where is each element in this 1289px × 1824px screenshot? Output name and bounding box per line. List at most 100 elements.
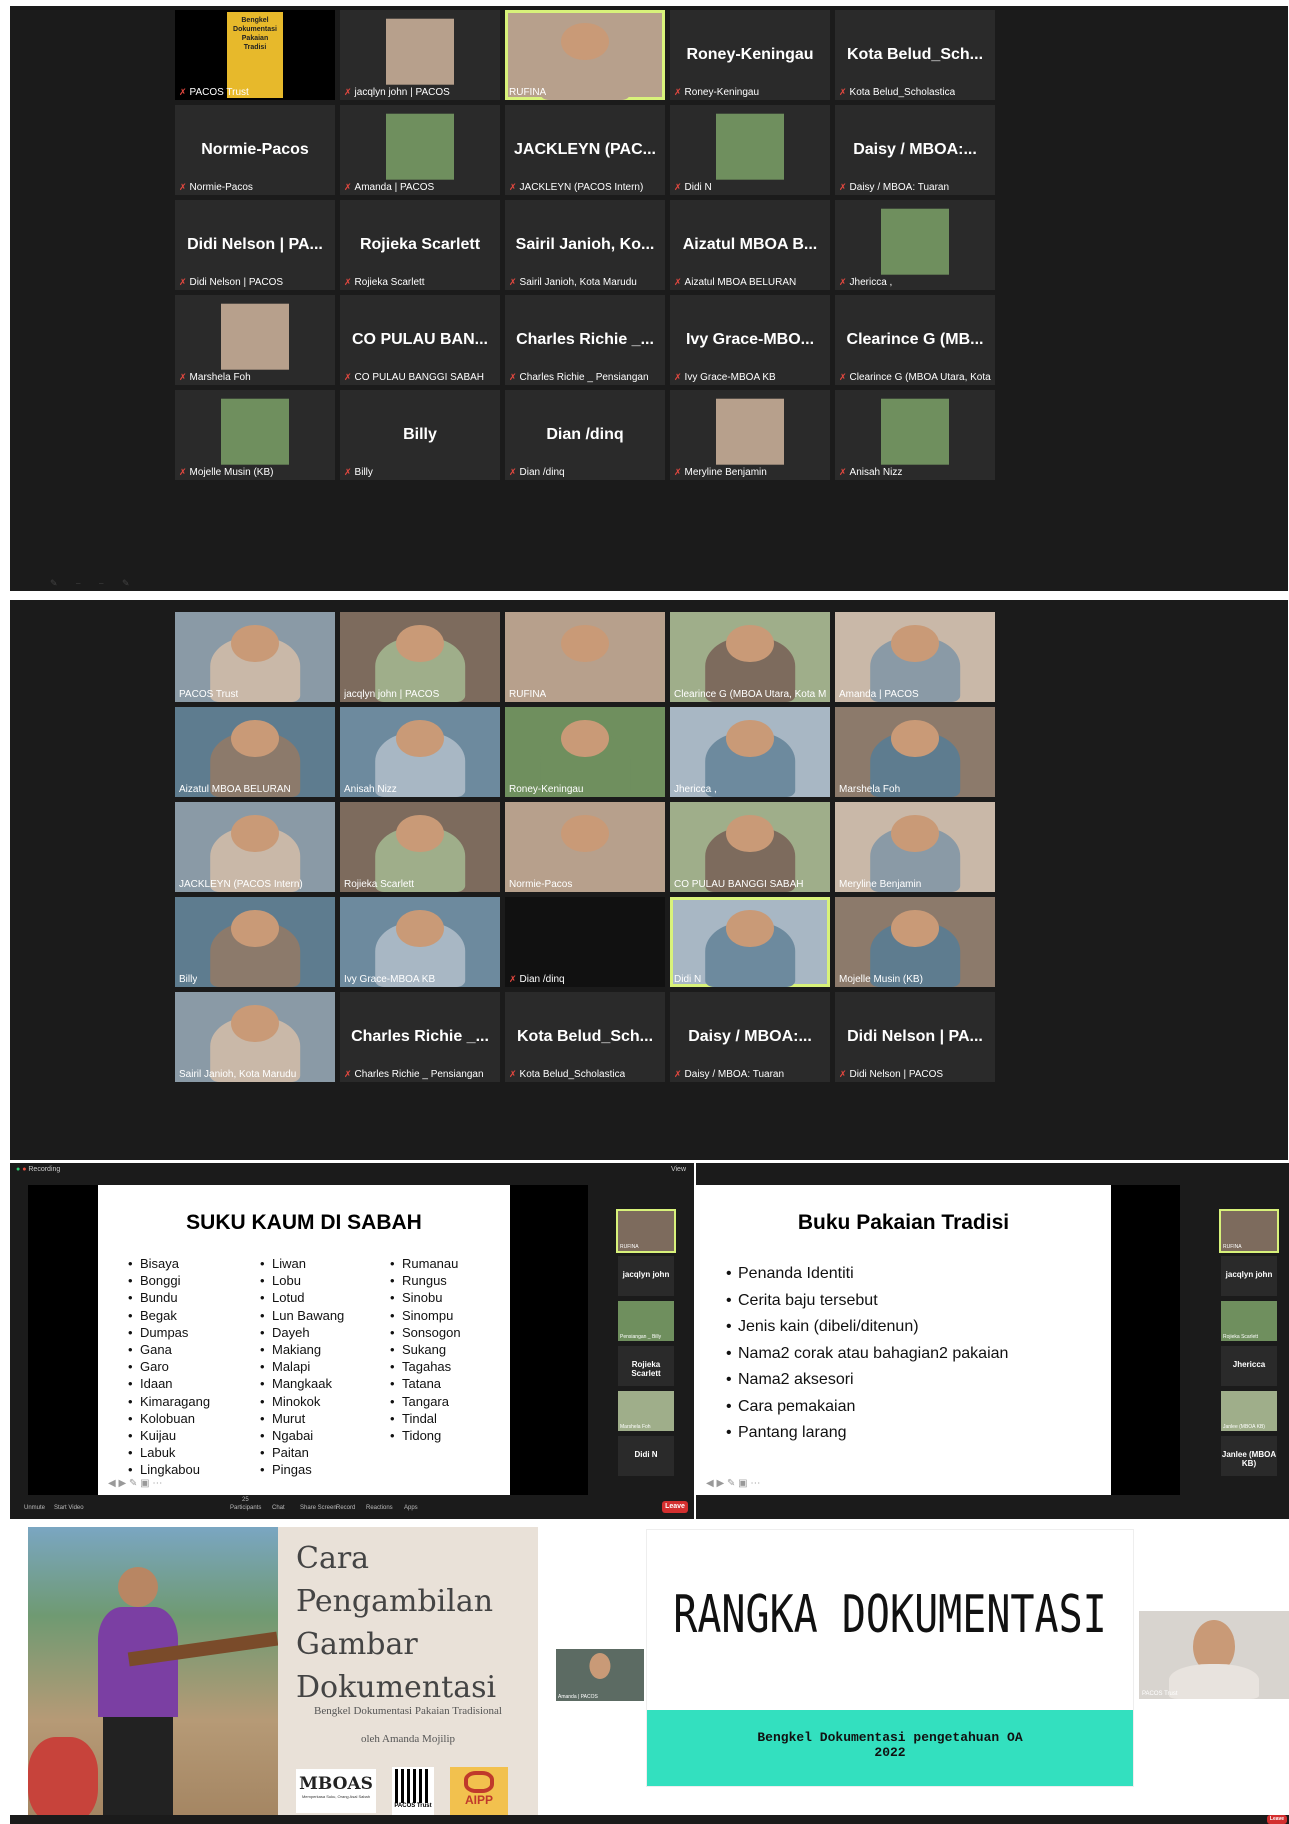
participant-tile[interactable]: ✗ Didi N (670, 105, 830, 195)
participant-tile[interactable]: RUFINA (505, 612, 665, 702)
participant-tile[interactable]: Bengkel Dokumentasi Pakaian Tradisi ✗ PACOS T… (175, 10, 335, 100)
toolbar-reactions-button[interactable]: Reactions (366, 1505, 393, 1511)
participant-tile[interactable]: Didi N (670, 897, 830, 987)
participant-tile[interactable]: ✗ Anisah Nizz (835, 390, 995, 480)
video-face (726, 909, 774, 948)
participant-tile[interactable]: Didi Nelson | PA... ✗ Didi Nelson | PACOS (835, 992, 995, 1082)
toolbar-unmute-button[interactable]: Unmute (24, 1505, 45, 1511)
participant-tile[interactable]: Anisah Nizz (340, 707, 500, 797)
participant-tile[interactable]: Jhericca , (670, 707, 830, 797)
poster-image: Bengkel Dokumentasi Pakaian Tradisi (227, 12, 283, 98)
participant-tile[interactable]: Mojelle Musin (KB) (835, 897, 995, 987)
participant-tile[interactable]: JACKLEYN (PAC... ✗ JACKLEYN (PACOS Intern) (505, 105, 665, 195)
participant-tile[interactable]: ✗ Dian /dinq (505, 897, 665, 987)
toolbar-share-screen-button[interactable]: Share Screen (300, 1505, 337, 1511)
sidebar-participant[interactable]: Didi N (618, 1436, 674, 1476)
participant-tile[interactable]: Clearince G (MBOA Utara, Kota Ma... (670, 612, 830, 702)
slide-controls[interactable]: ◀ ▶ ✎ ▣ ⋯ (706, 1478, 760, 1489)
participant-tile[interactable]: Roney-Keningau (505, 707, 665, 797)
participant-tile[interactable]: Charles Richie _... ✗ Charles Richie _ Pen… (505, 295, 665, 385)
sidebar-participant[interactable]: Pensiangan _ Billy (618, 1301, 674, 1341)
recording-indicator: ● ● Recording (16, 1166, 61, 1173)
participant-tile[interactable]: Normie-Pacos ✗ Normie-Pacos (175, 105, 335, 195)
sidebar-participant[interactable]: Rojieka Scarlett (618, 1346, 674, 1386)
participant-tile[interactable]: ✗ Jhericca , (835, 200, 995, 290)
participant-tile[interactable]: Rojieka Scarlett (340, 802, 500, 892)
participant-label: CO PULAU BANGGI SABAH (674, 879, 803, 890)
participant-tile[interactable]: Billy (175, 897, 335, 987)
participant-label: Sairil Janioh, Kota Marudu (179, 1069, 296, 1080)
toolbar-apps-button[interactable]: Apps (404, 1505, 418, 1511)
participant-name: Normie-Pacos (189, 182, 253, 193)
participant-tile[interactable]: RUFINA (505, 10, 665, 100)
list-item: Tindal (388, 1410, 461, 1427)
participant-name-large: Didi Nelson | PA... (187, 236, 323, 253)
participant-tile[interactable]: Meryline Benjamin (835, 802, 995, 892)
participant-tile[interactable]: Aizatul MBOA BELURAN (175, 707, 335, 797)
participant-tile[interactable]: Ivy Grace-MBO... ✗ Ivy Grace-MBOA KB (670, 295, 830, 385)
title-line: Gambar (296, 1627, 418, 1662)
participant-tile[interactable]: Ivy Grace-MBOA KB (340, 897, 500, 987)
participant-tile[interactable]: Rojieka Scarlett ✗ Rojieka Scarlett (340, 200, 500, 290)
leave-button[interactable]: Leave (1267, 1815, 1287, 1824)
sidebar-participant[interactable]: jacqlyn john (618, 1256, 674, 1296)
participant-label: ✗ Jhericca , (839, 277, 892, 288)
sidebar-participant-name: Jhericca (1232, 1360, 1266, 1369)
participant-tile[interactable]: Normie-Pacos (505, 802, 665, 892)
mic-muted-icon: ✗ (344, 87, 352, 97)
participant-tile[interactable]: ✗ Amanda | PACOS (340, 105, 500, 195)
leave-button[interactable]: Leave (662, 1501, 688, 1513)
participant-name: Daisy / MBOA: Tuaran (684, 1069, 785, 1080)
sidebar-participant[interactable]: Marshela Foh (618, 1391, 674, 1431)
participant-tile[interactable]: Billy ✗ Billy (340, 390, 500, 480)
participant-name: Sairil Janioh, Kota Marudu (179, 1069, 297, 1080)
participant-tile[interactable]: Marshela Foh (835, 707, 995, 797)
participant-label: PACOS Trust (179, 689, 238, 700)
participant-tile[interactable]: PACOS Trust (175, 612, 335, 702)
participant-tile[interactable]: Kota Belud_Sch... ✗ Kota Belud_Scholastica (835, 10, 995, 100)
toolbar-record-button[interactable]: Record (336, 1505, 355, 1511)
participant-tile[interactable]: ✗ Marshela Foh (175, 295, 335, 385)
sidebar-participant[interactable]: jacqlyn john (1221, 1256, 1277, 1296)
participant-tile[interactable]: Roney-Keningau ✗ Roney-Keningau (670, 10, 830, 100)
participant-tile[interactable]: Charles Richie _... ✗ Charles Richie _ Pen… (340, 992, 500, 1082)
participant-tile[interactable]: Sairil Janioh, Kota Marudu (175, 992, 335, 1082)
participant-name: PACOS Trust (189, 87, 249, 98)
participant-tile[interactable]: Clearince G (MB... ✗ Clearince G (MBOA Uta… (835, 295, 995, 385)
participant-tile[interactable]: jacqlyn john | PACOS (340, 612, 500, 702)
toolbar-start-video-button[interactable]: Start Video (54, 1505, 84, 1511)
participant-tile[interactable]: Didi Nelson | PA... ✗ Didi Nelson | PACOS (175, 200, 335, 290)
participant-tile[interactable]: ✗ Mojelle Musin (KB) (175, 390, 335, 480)
participant-tile[interactable]: Daisy / MBOA:... ✗ Daisy / MBOA: Tuaran (670, 992, 830, 1082)
mic-muted-icon: ✗ (509, 372, 517, 382)
participant-name: Jhericca , (849, 277, 893, 288)
participant-tile[interactable]: Amanda | PACOS (835, 612, 995, 702)
profile-picture (716, 113, 784, 180)
participant-tile[interactable]: Aizatul MBOA B... ✗ Aizatul MBOA BELURAN (670, 200, 830, 290)
video-face (396, 814, 444, 853)
sidebar-participant[interactable]: Janlee (MBOA KB) (1221, 1391, 1277, 1431)
participant-tile[interactable]: ✗ Meryline Benjamin (670, 390, 830, 480)
participant-tile[interactable]: ✗ jacqlyn john | PACOS (340, 10, 500, 100)
sidebar-participant[interactable]: Rojieka Scarlett (1221, 1301, 1277, 1341)
toolbar-chat-button[interactable]: Chat (272, 1505, 285, 1511)
view-button[interactable]: View (671, 1166, 686, 1173)
list-item: Liwan (258, 1255, 344, 1272)
sidebar-participant[interactable]: RUFINA (616, 1209, 676, 1253)
toolbar-participants-button[interactable]: Participants (230, 1505, 261, 1511)
participant-tile[interactable]: Sairil Janioh, Ko... ✗ Sairil Janioh, Kota… (505, 200, 665, 290)
sidebar-participant[interactable]: RUFINA (1219, 1209, 1279, 1253)
participant-name: Kota Belud_Scholastica (849, 87, 956, 98)
participant-name-large: Dian /dinq (546, 426, 624, 443)
participant-tile[interactable]: CO PULAU BAN... ✗ CO PULAU BANGGI SABAH (340, 295, 500, 385)
participant-tile[interactable]: Dian /dinq ✗ Dian /dinq (505, 390, 665, 480)
slide-controls[interactable]: ◀ ▶ ✎ ▣ ⋯ (108, 1478, 162, 1489)
participant-tile[interactable]: Daisy / MBOA:... ✗ Daisy / MBOA: Tuaran (835, 105, 995, 195)
bullet-list: Penanda IdentitiCerita baju tersebutJeni… (724, 1261, 1008, 1447)
sidebar-participant[interactable]: Jhericca (1221, 1346, 1277, 1386)
participant-label: ✗ Kota Belud_Scholastica (509, 1069, 625, 1080)
participant-tile[interactable]: CO PULAU BANGGI SABAH (670, 802, 830, 892)
sidebar-participant[interactable]: Janlee (MBOA KB) (1221, 1436, 1277, 1476)
participant-tile[interactable]: JACKLEYN (PACOS Intern) (175, 802, 335, 892)
participant-tile[interactable]: Kota Belud_Sch... ✗ Kota Belud_Scholastica (505, 992, 665, 1082)
